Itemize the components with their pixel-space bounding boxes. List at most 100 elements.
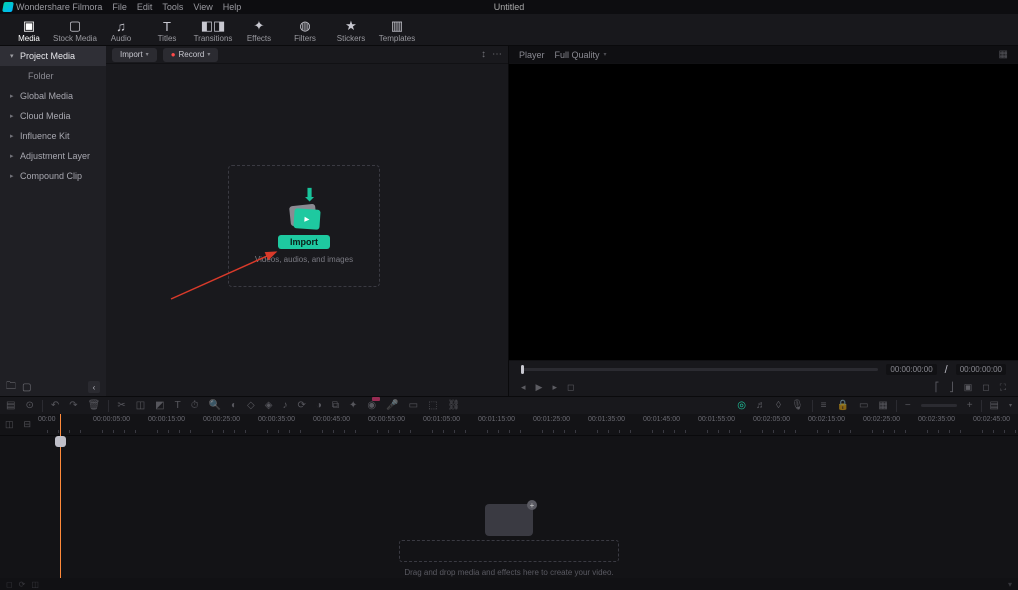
- speed-icon[interactable]: ⏱: [191, 400, 199, 411]
- prev-frame-icon[interactable]: ◂: [521, 382, 526, 393]
- tracks-icon[interactable]: ≡: [821, 400, 827, 411]
- timeline-ruler[interactable]: 00:0000:00:05:0000:00:15:0000:00:25:0000…: [36, 414, 1018, 435]
- marker-icon[interactable]: ◈: [265, 400, 273, 411]
- trim-icon[interactable]: ◫: [136, 400, 145, 411]
- tag-icon[interactable]: ◊: [776, 400, 781, 411]
- timeline-placeholder[interactable]: Drag and drop media and effects here to …: [399, 504, 619, 577]
- timeline-tracks[interactable]: Drag and drop media and effects here to …: [0, 436, 1018, 590]
- keyframe-icon[interactable]: ◇: [247, 400, 255, 411]
- rotate-icon[interactable]: ⟳: [297, 400, 305, 411]
- import-button[interactable]: Import: [278, 235, 330, 249]
- sidebar-item-project-media[interactable]: ▾Project Media: [0, 46, 106, 66]
- chevron-right-icon: ▸: [10, 112, 16, 120]
- group-icon[interactable]: ⧉: [332, 400, 339, 411]
- menu-file[interactable]: File: [112, 2, 127, 12]
- stop-icon[interactable]: ◻: [567, 382, 574, 393]
- mode-audio[interactable]: ♫Audio: [98, 18, 144, 45]
- sidebar-item-adjustment-layer[interactable]: ▸Adjustment Layer: [0, 146, 106, 166]
- timeline-opt2-icon[interactable]: ⊟: [23, 419, 31, 430]
- mode-transitions[interactable]: ◧◨Transitions: [190, 18, 236, 45]
- text-icon[interactable]: T: [175, 400, 181, 411]
- undo-icon[interactable]: ↶: [51, 400, 59, 411]
- zoom-in-icon[interactable]: +: [967, 400, 973, 411]
- status-down-icon[interactable]: ▾: [1008, 580, 1012, 589]
- preview-controls: 00:00:00:00 / 00:00:00:00 ◂ ▶ ▸ ◻ ⎡ ⎦ ▣ …: [509, 360, 1018, 396]
- sidebar-item-compound-clip[interactable]: ▸Compound Clip: [0, 166, 106, 186]
- mode-stickers[interactable]: ★Stickers: [328, 18, 374, 45]
- layout-icon[interactable]: ▤: [6, 400, 15, 411]
- collapse-sidebar-icon[interactable]: ‹: [88, 381, 100, 393]
- motion-icon[interactable]: ⬚: [428, 400, 437, 411]
- timeline-opt1-icon[interactable]: ◫: [5, 419, 14, 430]
- sidebar-item-cloud-media[interactable]: ▸Cloud Media: [0, 106, 106, 126]
- next-frame-icon[interactable]: ▸: [552, 382, 557, 393]
- snap-icon[interactable]: ▭: [859, 400, 868, 411]
- grid-icon[interactable]: ▦: [878, 400, 887, 411]
- status-icon-1[interactable]: ◻: [6, 580, 13, 589]
- menu-view[interactable]: View: [193, 2, 212, 12]
- sidebar-item-global-media[interactable]: ▸Global Media: [0, 86, 106, 106]
- redo-icon[interactable]: ↷: [69, 400, 77, 411]
- mic-icon[interactable]: 🎙: [791, 400, 804, 411]
- mode-stock-media[interactable]: ▢Stock Media: [52, 18, 98, 45]
- fullscreen-icon[interactable]: ⛶: [1000, 382, 1006, 393]
- menu-edit[interactable]: Edit: [137, 2, 153, 12]
- split-icon[interactable]: ✂: [117, 400, 125, 411]
- mark-in-icon[interactable]: ⎡: [935, 382, 940, 393]
- ruler-tick: 00:02:45:00: [973, 416, 1010, 423]
- view-mode-icon[interactable]: ▤: [990, 400, 999, 411]
- delete-icon[interactable]: 🗑: [88, 400, 101, 411]
- media-toolbar: Import▾ ●Record▾ ↕ ⋯: [106, 46, 508, 64]
- ai-icon[interactable]: ◉: [367, 400, 376, 411]
- media-body[interactable]: ▸ ⬇ Import Videos, audios, and images: [106, 64, 508, 396]
- zoom-out-icon[interactable]: −: [905, 400, 911, 411]
- record-dropdown-button[interactable]: ●Record▾: [163, 48, 219, 62]
- menu-help[interactable]: Help: [223, 2, 242, 12]
- lock-icon[interactable]: 🔒: [836, 400, 848, 411]
- audio-detach-icon[interactable]: ♪: [282, 400, 287, 411]
- aspect-icon[interactable]: ◻: [982, 382, 989, 393]
- new-folder-icon[interactable]: 🗀: [6, 379, 16, 396]
- sidebar-item-influence-kit[interactable]: ▸Influence Kit: [0, 126, 106, 146]
- quality-dropdown[interactable]: Full Quality: [555, 50, 600, 60]
- zoom-slider[interactable]: [921, 404, 957, 407]
- playhead[interactable]: [60, 414, 61, 590]
- mark-out-icon[interactable]: ⎦: [949, 382, 954, 393]
- color-icon[interactable]: ◐: [231, 400, 237, 411]
- import-drop-zone[interactable]: ▸ ⬇ Import Videos, audios, and images: [228, 165, 380, 287]
- ruler-tick: 00:02:15:00: [808, 416, 845, 423]
- status-icon-2[interactable]: ⟳: [19, 580, 26, 589]
- crop-icon[interactable]: ◩: [155, 400, 164, 411]
- mode-titles[interactable]: TTitles: [144, 18, 190, 45]
- scrubber[interactable]: [521, 368, 878, 371]
- mixer-icon[interactable]: ♬: [756, 400, 766, 411]
- magnet-icon[interactable]: ⊙: [25, 400, 33, 411]
- ai-assist-icon[interactable]: ◎: [737, 400, 746, 411]
- ruler-tick: 00:00: [38, 416, 56, 423]
- chevron-right-icon: ▸: [10, 152, 16, 160]
- sort-icon[interactable]: ↕: [481, 49, 486, 60]
- menu-tools[interactable]: Tools: [162, 2, 183, 12]
- mode-effects[interactable]: ✦Effects: [236, 18, 282, 45]
- play-icon[interactable]: ▶: [536, 382, 543, 393]
- media-panel: Import▾ ●Record▾ ↕ ⋯ ▸ ⬇ Import Videos, …: [106, 46, 508, 396]
- mode-filters[interactable]: ◍Filters: [282, 18, 328, 45]
- filter-icon[interactable]: ⋯: [492, 49, 502, 60]
- wand-icon[interactable]: ✦: [349, 400, 357, 411]
- mode-templates[interactable]: ▥Templates: [374, 18, 420, 45]
- status-icon-3[interactable]: ◫: [31, 580, 39, 589]
- preview-settings-icon[interactable]: ▦: [999, 49, 1008, 60]
- sidebar-folder[interactable]: Folder: [0, 66, 106, 86]
- subtitle-icon[interactable]: ▭: [409, 400, 418, 411]
- snapshot-icon[interactable]: ▣: [964, 382, 973, 393]
- new-bin-icon[interactable]: ▢: [22, 382, 31, 393]
- mode-media[interactable]: ▣Media: [6, 18, 52, 45]
- zoom-tool-icon[interactable]: 🔍: [209, 400, 221, 411]
- ruler-tick: 00:00:55:00: [368, 416, 405, 423]
- mask-icon[interactable]: ◑: [316, 400, 322, 411]
- preview-viewport[interactable]: [509, 64, 1018, 360]
- link-icon[interactable]: ⛓: [448, 400, 461, 411]
- chevron-down-icon[interactable]: ▾: [1009, 402, 1012, 409]
- import-dropdown-button[interactable]: Import▾: [112, 48, 157, 62]
- voice-icon[interactable]: 🎤: [386, 400, 398, 411]
